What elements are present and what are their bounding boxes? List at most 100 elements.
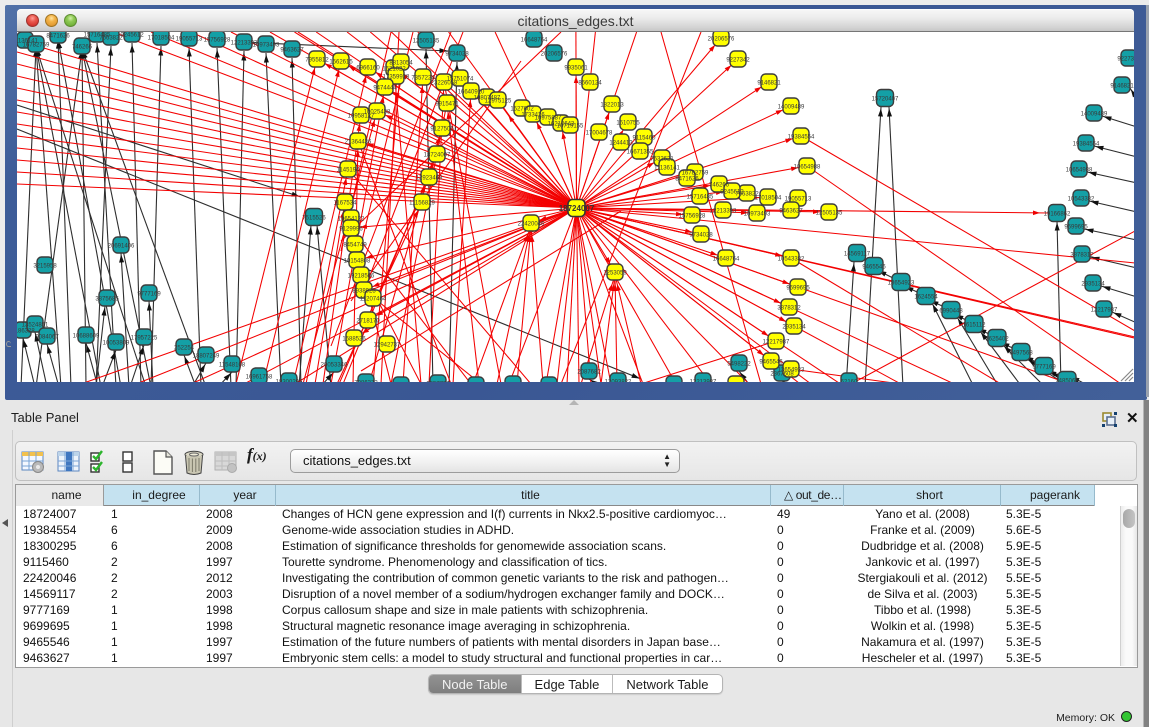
svg-text:12217987: 12217987 — [1091, 308, 1118, 314]
svg-text:7632621: 7632621 — [650, 157, 674, 163]
svg-text:22420046: 22420046 — [518, 222, 545, 228]
svg-text:9463627: 9463627 — [779, 209, 803, 215]
svg-text:9915471: 9915471 — [435, 102, 459, 108]
svg-text:9474444: 9474444 — [373, 86, 397, 92]
svg-text:8660124: 8660124 — [578, 81, 602, 87]
svg-text:12923468: 12923468 — [416, 176, 443, 182]
svg-text:16648764: 16648764 — [713, 257, 740, 263]
svg-text:18300295: 18300295 — [276, 380, 303, 383]
svg-text:6990448: 6990448 — [939, 309, 963, 315]
svg-text:3215958: 3215958 — [33, 264, 57, 270]
svg-text:19166862: 19166862 — [1044, 212, 1071, 218]
svg-text:9115460: 9115460 — [633, 136, 657, 142]
svg-text:7986372: 7986372 — [354, 381, 378, 383]
svg-text:9245612: 9245612 — [120, 33, 144, 39]
svg-text:20691406: 20691406 — [108, 244, 135, 250]
svg-text:14569117: 14569117 — [844, 252, 871, 258]
svg-text:10543382: 10543382 — [778, 257, 805, 263]
svg-text:1610755: 1610755 — [616, 121, 640, 127]
svg-text:7955812: 7955812 — [305, 58, 329, 64]
svg-text:20053346: 20053346 — [321, 363, 348, 369]
svg-text:10973493: 10973493 — [744, 212, 771, 218]
svg-text:1588526: 1588526 — [342, 337, 366, 343]
svg-text:62160: 62160 — [841, 380, 858, 383]
svg-text:9777169: 9777169 — [137, 292, 161, 298]
svg-text:1624554: 1624554 — [914, 295, 938, 301]
svg-text:8813054: 8813054 — [389, 61, 413, 67]
svg-text:21364436: 21364436 — [345, 140, 372, 146]
svg-text:15716485: 15716485 — [687, 195, 714, 201]
svg-text:9127505: 9127505 — [430, 127, 454, 133]
svg-text:9245612: 9245612 — [720, 190, 744, 196]
svg-text:6966160: 6966160 — [356, 66, 380, 72]
svg-text:9734028: 9734028 — [689, 233, 713, 239]
svg-text:10154808: 10154808 — [344, 259, 371, 265]
svg-text:1621022: 1621022 — [382, 67, 406, 73]
svg-text:9463627: 9463627 — [280, 48, 304, 54]
svg-text:19055713: 19055713 — [785, 197, 812, 203]
svg-text:17957225: 17957225 — [131, 336, 158, 342]
svg-text:13654923: 13654923 — [778, 368, 805, 374]
svg-text:19384554: 19384554 — [1073, 142, 1100, 148]
svg-text:18724007: 18724007 — [424, 153, 451, 159]
svg-text:9699695: 9699695 — [1064, 225, 1088, 231]
svg-text:2935134: 2935134 — [782, 325, 806, 331]
svg-text:10654988: 10654988 — [1066, 168, 1093, 174]
svg-text:746266: 746266 — [709, 183, 730, 189]
svg-text:12505135: 12505135 — [816, 211, 843, 217]
svg-text:17018504: 17018504 — [148, 36, 175, 42]
svg-text:16782759: 16782759 — [23, 43, 50, 49]
svg-text:9465546: 9465546 — [862, 265, 886, 271]
svg-text:16648764: 16648764 — [521, 38, 548, 44]
svg-text:17004678: 17004678 — [586, 131, 613, 137]
svg-text:11156829: 11156829 — [409, 201, 435, 207]
svg-text:9699695: 9699695 — [786, 286, 810, 292]
svg-text:6497568: 6497568 — [1009, 351, 1033, 357]
svg-text:12213987: 12213987 — [690, 380, 717, 383]
svg-text:14009489: 14009489 — [778, 105, 805, 111]
svg-text:9734028: 9734028 — [445, 52, 469, 58]
svg-text:9465546: 9465546 — [759, 360, 783, 366]
svg-text:8454749: 8454749 — [343, 243, 367, 249]
svg-text:11207464: 11207464 — [360, 297, 387, 303]
svg-text:12505135: 12505135 — [413, 39, 440, 45]
svg-text:14009489: 14009489 — [1081, 112, 1108, 118]
svg-text:12213393: 12213393 — [710, 209, 737, 215]
svg-text:10719155: 10719155 — [557, 124, 584, 130]
svg-text:9129996: 9129996 — [339, 227, 363, 233]
svg-text:1145194: 1145194 — [337, 168, 361, 174]
svg-text:16671355: 16671355 — [627, 150, 654, 156]
svg-text:1253059: 1253059 — [603, 271, 627, 277]
svg-text:18807249: 18807249 — [193, 354, 220, 360]
svg-text:8471626: 8471626 — [675, 177, 699, 183]
svg-text:9935061: 9935061 — [564, 66, 588, 72]
svg-text:12217987: 12217987 — [763, 340, 790, 346]
svg-text:2087682: 2087682 — [577, 370, 601, 376]
svg-text:18724007: 18724007 — [559, 204, 595, 213]
svg-text:10688609: 10688609 — [73, 334, 100, 340]
svg-text:5498222: 5498222 — [727, 362, 751, 368]
svg-text:17018504: 17018504 — [755, 196, 782, 202]
svg-text:8186328: 8186328 — [17, 329, 35, 335]
svg-text:12975125: 12975125 — [485, 99, 512, 105]
svg-text:10973493: 10973493 — [253, 43, 280, 49]
svg-text:19218506: 19218506 — [348, 274, 375, 280]
svg-text:1167534: 1167534 — [334, 201, 358, 207]
svg-text:19055713: 19055713 — [176, 37, 203, 43]
svg-text:9657791: 9657791 — [426, 382, 450, 383]
svg-text:9084067: 9084067 — [35, 335, 59, 341]
svg-text:13654923: 13654923 — [888, 281, 915, 287]
svg-text:15720407: 15720407 — [872, 97, 899, 103]
svg-text:9777169: 9777169 — [1032, 365, 1056, 371]
svg-text:10053809: 10053809 — [103, 341, 130, 347]
svg-text:16961758: 16961758 — [246, 375, 273, 381]
svg-text:1562615: 1562615 — [329, 60, 353, 66]
svg-text:252254: 252254 — [174, 346, 195, 352]
svg-text:3878312: 3878312 — [1070, 253, 1094, 259]
svg-text:10654988: 10654988 — [794, 165, 821, 171]
svg-text:7625402: 7625402 — [985, 337, 1009, 343]
svg-text:10543382: 10543382 — [1068, 197, 1095, 203]
svg-text:10654122: 10654122 — [338, 217, 365, 223]
svg-text:15756928: 15756928 — [204, 38, 231, 44]
svg-text:10958127: 10958127 — [348, 114, 375, 120]
